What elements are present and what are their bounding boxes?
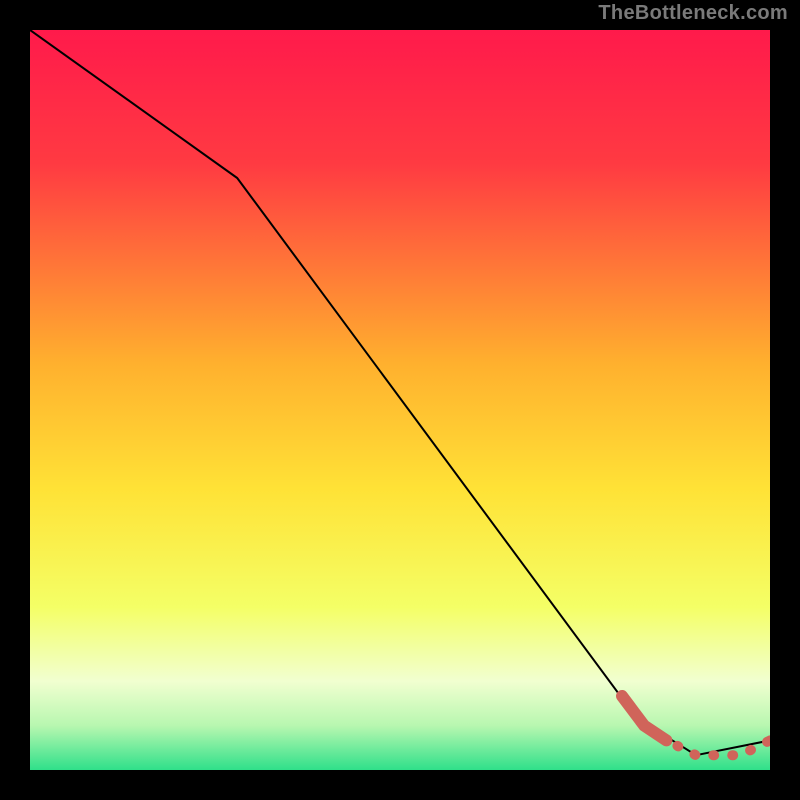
plot-background — [30, 30, 770, 770]
chart-svg — [30, 30, 770, 770]
chart-frame: TheBottleneck.com — [0, 0, 800, 800]
watermark-text: TheBottleneck.com — [598, 2, 788, 25]
plot-area — [30, 30, 770, 770]
